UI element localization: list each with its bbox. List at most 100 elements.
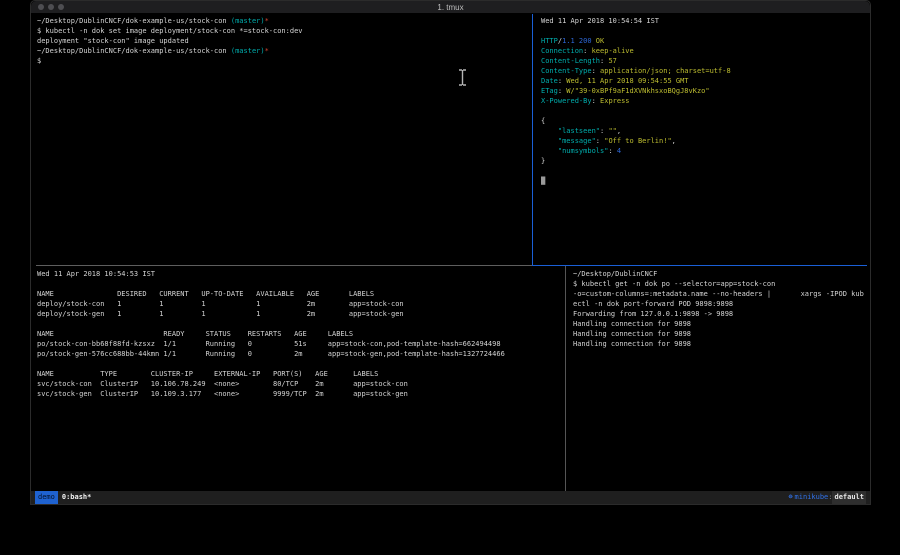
terminal-text-segment: Express (600, 97, 630, 105)
terminal-line: "numsymbols": 4 (541, 146, 868, 156)
terminal-text-segment: ~/Desktop/DublinCNCF/dok-example-us/stoc… (37, 47, 231, 55)
terminal-text-segment: (master) (231, 47, 265, 55)
terminal-line: Connection: keep-alive (541, 46, 868, 56)
terminal-text-segment: $ kubectl -n dok set image deployment/st… (37, 27, 303, 35)
pane-divider-vertical-bottom[interactable] (565, 266, 566, 491)
terminal-line: } (541, 156, 868, 166)
terminal-text-segment: NAME DESIRED CURRENT UP-TO-DATE AVAILABL… (37, 290, 374, 298)
terminal-text-segment: HTTP (541, 37, 558, 45)
terminal-text-segment: { (541, 117, 545, 125)
terminal-line (37, 359, 564, 369)
terminal-text-segment: Date (541, 77, 558, 85)
terminal-text-segment: $ kubectl get -n dok po --selector=app=s… (573, 280, 775, 288)
terminal-line: Wed 11 Apr 2018 10:54:53 IST (37, 269, 564, 279)
terminal-line: Handling connection for 9898 (573, 329, 868, 339)
terminal-text-segment: 1.1 200 (562, 37, 596, 45)
terminal-text-segment: OK (596, 37, 604, 45)
terminal-line (37, 319, 564, 329)
window-titlebar: 1. tmux (31, 1, 870, 14)
terminal-line: HTTP/1.1 200 OK (541, 36, 868, 46)
close-button[interactable] (38, 4, 44, 10)
terminal-text-segment: deploy/stock-gen 1 1 1 1 2m app=stock-ge… (37, 310, 404, 318)
terminal-text-segment: ectl -n dok port-forward POD 9898:9898 (573, 300, 733, 308)
terminal-text-segment: NAME TYPE CLUSTER-IP EXTERNAL-IP PORT(S)… (37, 370, 378, 378)
terminal-text-segment: * (265, 47, 269, 55)
terminal-line: Wed 11 Apr 2018 10:54:54 IST (541, 16, 868, 26)
terminal-line: Content-Length: 57 (541, 56, 868, 66)
pane-divider-vertical-top[interactable] (532, 14, 533, 266)
terminal-line: $ kubectl -n dok set image deployment/st… (37, 26, 531, 36)
terminal-line: po/stock-con-bb68f88fd-kzsxz 1/1 Running… (37, 339, 564, 349)
terminal-line: deploy/stock-con 1 1 1 1 2m app=stock-co… (37, 299, 564, 309)
terminal-text-segment: po/stock-gen-576cc688bb-44kmn 1/1 Runnin… (37, 350, 505, 358)
terminal-line: svc/stock-gen ClusterIP 10.109.3.177 <no… (37, 389, 564, 399)
terminal-text-segment: application/json; charset=utf-8 (600, 67, 731, 75)
terminal-text-segment (541, 127, 558, 135)
terminal-text-segment: Handling connection for 9898 (573, 330, 691, 338)
terminal-line: Forwarding from 127.0.0.1:9898 -> 9898 (573, 309, 868, 319)
terminal-text-segment: : (592, 67, 600, 75)
terminal-line: ~/Desktop/DublinCNCF/dok-example-us/stoc… (37, 46, 531, 56)
terminal-text-segment: NAME READY STATUS RESTARTS AGE LABELS (37, 330, 353, 338)
terminal-text-segment: (master) (231, 17, 265, 25)
terminal-text-segment: deployment "stock-con" image updated (37, 37, 189, 45)
terminal-text-segment: ETag (541, 87, 558, 95)
terminal-text-segment: deploy/stock-con 1 1 1 1 2m app=stock-co… (37, 300, 404, 308)
terminal-text-segment: "message" (558, 137, 596, 145)
terminal-text-segment: X-Powered-By (541, 97, 592, 105)
terminal-line: █ (541, 176, 868, 186)
terminal-text-segment: "lastseen" (558, 127, 600, 135)
pane-port-forward-bottom-right[interactable]: ~/Desktop/DublinCNCF $ kubectl get -n dok… (573, 269, 868, 491)
terminal-line: NAME DESIRED CURRENT UP-TO-DATE AVAILABL… (37, 289, 564, 299)
terminal-text-segment: W/"39-0xBPf9aF1dXVNkhsxoBQgJ8vKzo" (566, 87, 709, 95)
terminal-text-segment: -o=custom-columns=:metadata.name --no-he… (573, 290, 864, 298)
minimize-button[interactable] (48, 4, 54, 10)
terminal-line: Handling connection for 9898 (573, 339, 868, 349)
terminal-text-segment: : (596, 137, 604, 145)
window-title: 1. tmux (437, 3, 463, 12)
terminal-line: ~/Desktop/DublinCNCF/dok-example-us/stoc… (37, 16, 531, 26)
kube-cluster-name: minikube (795, 491, 829, 504)
terminal-window: 1. tmux ~/Desktop/DublinCNCF/dok-example… (30, 0, 871, 505)
terminal-line: NAME READY STATUS RESTARTS AGE LABELS (37, 329, 564, 339)
terminal-line: $ (37, 56, 531, 66)
terminal-line: -o=custom-columns=:metadata.name --no-he… (573, 289, 868, 299)
terminal-line: ectl -n dok port-forward POD 9898:9898 (573, 299, 868, 309)
desktop-background: 1. tmux ~/Desktop/DublinCNCF/dok-example… (0, 0, 900, 555)
terminal-text-segment (541, 137, 558, 145)
terminal-text-segment: , (617, 127, 621, 135)
status-bar-left: demo 0:bash* (35, 491, 91, 504)
terminal-text-segment: ~/Desktop/DublinCNCF (573, 270, 657, 278)
terminal-text-segment: : (592, 97, 600, 105)
terminal-line: NAME TYPE CLUSTER-IP EXTERNAL-IP PORT(S)… (37, 369, 564, 379)
pane-kubectl-watch-bottom-left[interactable]: Wed 11 Apr 2018 10:54:53 IST NAME DESIRE… (37, 269, 564, 491)
pane-shell-top-left[interactable]: ~/Desktop/DublinCNCF/dok-example-us/stoc… (37, 16, 531, 264)
terminal-text-segment: Content-Type (541, 67, 592, 75)
terminal-line (37, 279, 564, 289)
terminal-line: "message": "Off to Berlin!", (541, 136, 868, 146)
terminal-text-segment: } (541, 157, 545, 165)
terminal-line: $ kubectl get -n dok po --selector=app=s… (573, 279, 868, 289)
terminal-text-segment: : (583, 47, 591, 55)
terminal-line: deployment "stock-con" image updated (37, 36, 531, 46)
tmux-session-area: ~/Desktop/DublinCNCF/dok-example-us/stoc… (31, 14, 870, 491)
terminal-line (541, 166, 868, 176)
pane-divider-horizontal-left[interactable] (36, 265, 532, 266)
terminal-text-segment: Wed 11 Apr 2018 10:54:53 IST (37, 270, 155, 278)
terminal-line: ETag: W/"39-0xBPf9aF1dXVNkhsxoBQgJ8vKzo" (541, 86, 868, 96)
pane-divider-horizontal-right[interactable] (532, 265, 867, 266)
pane-http-response-top-right[interactable]: Wed 11 Apr 2018 10:54:54 IST HTTP/1.1 20… (541, 16, 868, 264)
zoom-button[interactable] (58, 4, 64, 10)
terminal-text-segment: Content-Length (541, 57, 600, 65)
terminal-text-segment: , (672, 137, 676, 145)
terminal-text-segment: ~/Desktop/DublinCNCF/dok-example-us/stoc… (37, 17, 231, 25)
terminal-text-segment: Forwarding from 127.0.0.1:9898 -> 9898 (573, 310, 733, 318)
terminal-line: deploy/stock-gen 1 1 1 1 2m app=stock-ge… (37, 309, 564, 319)
terminal-line: Date: Wed, 11 Apr 2018 09:54:55 GMT (541, 76, 868, 86)
terminal-line: svc/stock-con ClusterIP 10.106.78.249 <n… (37, 379, 564, 389)
terminal-line (541, 26, 868, 36)
terminal-text-segment: keep-alive (592, 47, 634, 55)
window-tab-bash[interactable]: 0:bash* (62, 491, 92, 504)
terminal-line: { (541, 116, 868, 126)
status-bar-right: ☸ minikube : default (788, 491, 866, 504)
